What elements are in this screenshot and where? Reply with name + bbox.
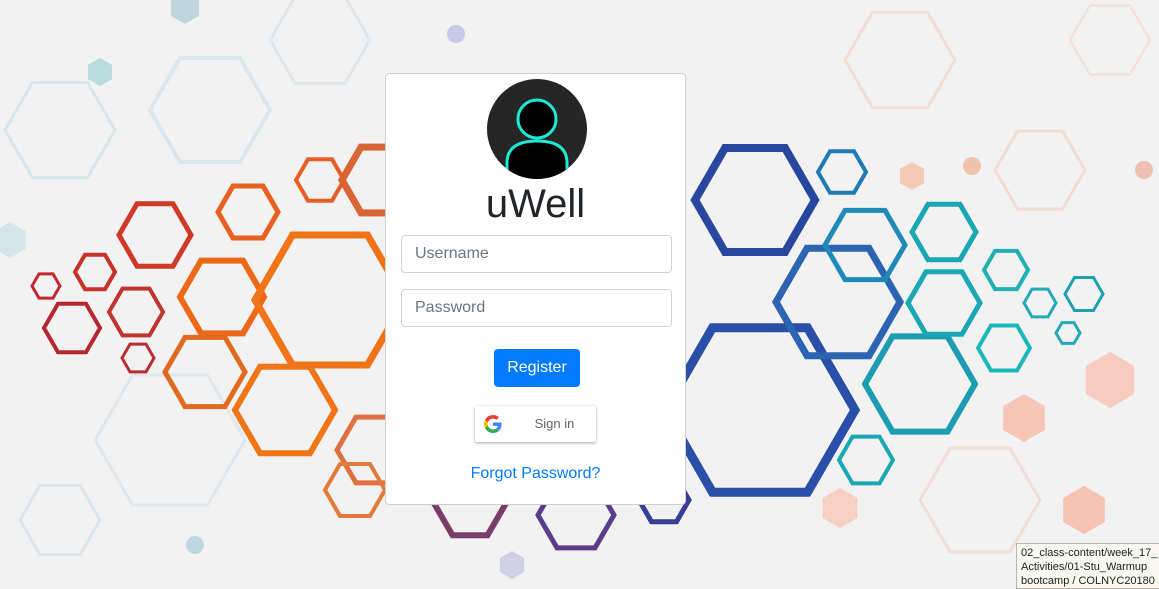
google-g-icon	[484, 415, 502, 433]
background-hexagon	[822, 488, 858, 528]
background-hexagon	[815, 149, 869, 195]
background-hexagon	[1054, 321, 1082, 345]
background-hexagon	[0, 222, 26, 258]
background-hexagon	[162, 334, 248, 410]
background-node-dot	[186, 536, 204, 554]
background-hexagon	[690, 144, 820, 256]
background-hexagon	[106, 286, 166, 338]
background-hexagon	[30, 272, 62, 300]
background-hexagon	[905, 269, 983, 337]
background-hexagon	[176, 257, 268, 337]
background-hexagon	[1003, 394, 1045, 442]
google-sign-in-button[interactable]: Sign in	[475, 406, 596, 442]
user-avatar-icon	[487, 79, 587, 179]
background-hexagon	[87, 58, 113, 86]
background-hexagon	[322, 462, 388, 518]
background-hexagon	[231, 363, 339, 457]
background-hexagon	[499, 551, 525, 579]
background-hexagon	[18, 483, 102, 557]
background-hexagon	[3, 80, 117, 180]
background-hexagon	[975, 323, 1033, 373]
background-hexagon	[93, 373, 247, 507]
background-hexagon	[171, 0, 199, 24]
background-hexagon	[268, 0, 372, 85]
background-node-dot	[1135, 161, 1153, 179]
background-hexagon	[1063, 486, 1105, 534]
login-card: uWell Register Sign in Forgot Password?	[385, 73, 686, 505]
tooltip-line: bootcamp / COLNYC20180	[1021, 575, 1155, 587]
background-hexagon	[147, 56, 273, 164]
background-hexagon	[861, 333, 979, 435]
background-hexagon	[981, 248, 1031, 292]
background-hexagon	[72, 252, 118, 292]
tooltip-line: 02_class-content/week_17_	[1021, 547, 1158, 559]
app-title: uWell	[485, 182, 586, 226]
file-path-tooltip: 02_class-content/week_17_ Activities/01-…	[1016, 543, 1159, 589]
background-hexagon	[215, 183, 281, 241]
background-hexagon	[120, 342, 156, 374]
background-node-dot	[963, 157, 981, 175]
background-node-dot	[447, 25, 465, 43]
background-hexagon	[250, 231, 410, 369]
background-hexagon	[1063, 276, 1105, 312]
password-input[interactable]	[401, 289, 672, 327]
background-hexagon	[1068, 4, 1152, 76]
background-hexagon	[116, 201, 194, 269]
background-hexagon	[843, 10, 957, 110]
background-hexagon	[836, 434, 896, 486]
forgot-password-link[interactable]: Forgot Password?	[386, 465, 685, 483]
background-hexagon	[909, 201, 979, 263]
register-button[interactable]: Register	[494, 349, 580, 387]
background-hexagon	[918, 446, 1042, 554]
background-hexagon	[1085, 352, 1135, 408]
background-hexagon	[993, 129, 1087, 211]
google-sign-in-label: Sign in	[534, 416, 575, 431]
background-hexagon	[41, 301, 103, 355]
background-hexagon	[899, 162, 925, 190]
username-input[interactable]	[401, 235, 672, 273]
background-hexagon	[293, 157, 347, 203]
tooltip-line: Activities/01-Stu_Warmup	[1021, 561, 1148, 573]
background-hexagon	[1022, 287, 1058, 319]
